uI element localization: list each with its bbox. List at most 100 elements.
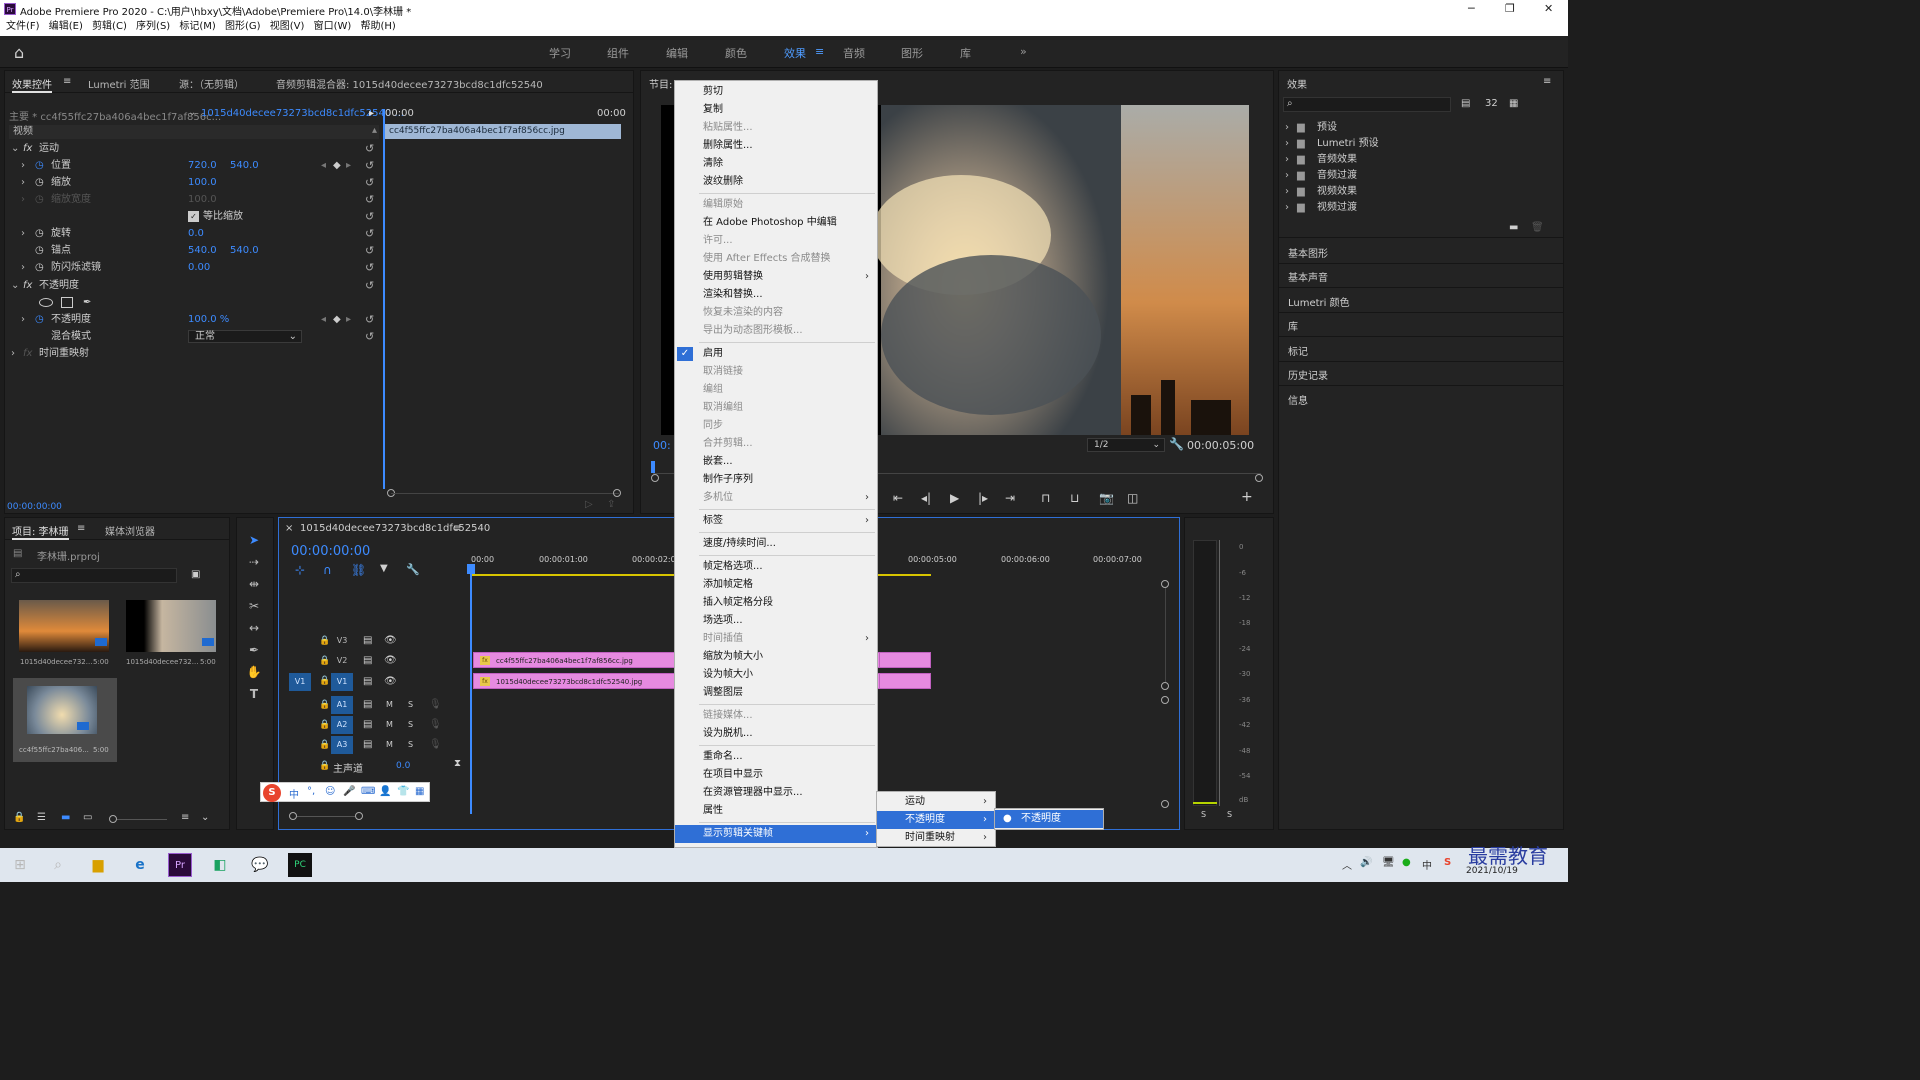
hand-tool-icon[interactable]: ✋ <box>246 665 262 681</box>
eye-icon[interactable]: 👁 <box>384 676 397 687</box>
file-explorer-icon[interactable]: ▆ <box>86 853 110 877</box>
mute-button[interactable]: M <box>386 700 393 709</box>
lock-icon[interactable]: 🔒 <box>319 676 330 686</box>
a-scroll-handle-top[interactable] <box>1161 696 1169 704</box>
context-menu-item[interactable]: 在 Adobe Photoshop 中编辑 <box>675 214 877 232</box>
work-area-bar-end[interactable] <box>879 574 931 576</box>
stopwatch-icon[interactable]: ◷ <box>35 174 44 191</box>
ellipse-mask-icon[interactable] <box>39 298 53 307</box>
export-icon[interactable]: ⇪ <box>607 499 615 510</box>
tray-chevron-icon[interactable]: ︿ <box>1342 857 1352 872</box>
tree-item-lumetri-presets[interactable]: › ▆ Lumetri 预设 <box>1283 135 1523 152</box>
context-menu-item[interactable]: 在资源管理器中显示... <box>675 784 877 802</box>
section-essential-sound[interactable]: 基本声音 <box>1288 269 1328 284</box>
opacity-group-row[interactable]: ⌄ fx 不透明度 ↺ <box>5 277 385 294</box>
v-scrollbar[interactable] <box>1165 588 1166 682</box>
context-menu-item[interactable]: 使用剪辑替换 › <box>675 268 877 286</box>
home-icon[interactable]: ⌂ <box>14 43 24 62</box>
next-keyframe-icon[interactable]: ▸ <box>346 311 351 328</box>
lock-icon[interactable]: 🔒 <box>13 812 25 823</box>
context-menu-item[interactable]: 设为脱机... <box>675 725 877 743</box>
section-libraries[interactable]: 库 <box>1288 318 1298 333</box>
track-select-tool-icon[interactable]: ⇢ <box>246 555 262 571</box>
scrub-handle-left[interactable] <box>651 474 659 482</box>
effects-search-input[interactable]: ⌕ <box>1283 97 1451 112</box>
context-menu-item[interactable]: 场选项... <box>675 612 877 630</box>
fx-icon[interactable]: fx <box>23 277 32 294</box>
tab-audio-clip-mixer[interactable]: 音频剪辑混合器: 1015d40decee73273bcd8c1dfc52540 <box>276 76 543 91</box>
stopwatch-icon[interactable]: ◷ <box>35 157 44 174</box>
context-menu-item[interactable]: 剪切 <box>675 83 877 101</box>
new-bin-icon[interactable]: ▣ <box>191 569 200 580</box>
ime-toolbox-icon[interactable]: ▦ <box>415 786 424 797</box>
nest-toggle-icon[interactable]: ⊹ <box>295 563 305 577</box>
sync-lock-icon[interactable]: ▤ <box>363 699 372 710</box>
slip-tool-icon[interactable]: ↔ <box>246 621 262 637</box>
tab-project[interactable]: 项目: 李林珊 <box>12 523 69 540</box>
type-tool-icon[interactable]: T <box>246 687 262 703</box>
menu-file[interactable]: 文件(F) <box>6 18 40 35</box>
sogou-logo-icon[interactable]: S <box>263 784 281 802</box>
context-menu-item[interactable]: 清除 <box>675 155 877 173</box>
workspace-menu-icon[interactable]: ≡ <box>815 45 824 58</box>
context-menu-item[interactable]: 显示剪辑关键帧 › <box>675 825 877 843</box>
context-menu-item[interactable]: 删除属性... <box>675 137 877 155</box>
panel-menu-icon[interactable]: ≡ <box>1543 76 1551 87</box>
next-keyframe-icon[interactable]: ▸ <box>346 157 351 174</box>
play-triangle-icon[interactable]: ▸ <box>369 108 374 119</box>
tray-app-icon[interactable]: ● <box>1402 857 1411 868</box>
sync-lock-icon[interactable]: ▤ <box>363 719 372 730</box>
context-menu-item[interactable]: 缩放为帧大小 <box>675 648 877 666</box>
edge-browser-icon[interactable]: e <box>128 853 152 877</box>
add-keyframe-icon[interactable]: ◆ <box>333 157 341 174</box>
prev-keyframe-icon[interactable]: ◂ <box>321 311 326 328</box>
camera-icon[interactable]: 📷 <box>1099 491 1114 505</box>
list-view-icon[interactable]: ☰ <box>37 812 46 823</box>
section-essential-graphics[interactable]: 基本图形 <box>1288 245 1328 260</box>
premiere-taskbar-icon[interactable]: Pr <box>168 853 192 877</box>
section-markers[interactable]: 标记 <box>1288 343 1308 358</box>
menu-clip[interactable]: 剪辑(C) <box>92 18 127 35</box>
razor-tool-icon[interactable]: ✂ <box>246 599 262 615</box>
context-menu-item[interactable]: 属性 <box>675 802 877 820</box>
track-v1[interactable]: V1 <box>331 673 353 691</box>
workspace-libraries[interactable]: 库 <box>960 45 971 61</box>
section-history[interactable]: 历史记录 <box>1288 367 1328 382</box>
ime-punctuation[interactable]: °, <box>307 786 315 797</box>
ripple-edit-tool-icon[interactable]: ⇹ <box>246 577 262 593</box>
anchor-y-value[interactable]: 540.0 <box>230 242 259 259</box>
context-menu-item[interactable]: 帧定格选项... <box>675 558 877 576</box>
tree-item-video-effects[interactable]: › ▆ 视频效果 <box>1283 183 1523 200</box>
reset-icon[interactable]: ↺ <box>365 328 374 345</box>
workspace-effects[interactable]: 效果 <box>784 45 806 61</box>
ime-emoji-icon[interactable]: ☺ <box>325 786 335 797</box>
a-scroll-handle-bottom[interactable] <box>1161 800 1169 808</box>
track-a3[interactable]: A3 <box>331 736 353 754</box>
clip-v2-tail[interactable] <box>879 652 931 668</box>
clip-v1-tail[interactable] <box>879 673 931 689</box>
delete-icon[interactable]: 🗑 <box>1531 222 1544 233</box>
stopwatch-icon[interactable]: ◷ <box>35 242 44 259</box>
scale-value[interactable]: 100.0 <box>188 174 217 191</box>
solo-button[interactable]: S <box>408 700 413 709</box>
zoom-dropdown[interactable]: 1/2 ⌄ <box>1087 438 1165 452</box>
scrub-handle-right[interactable] <box>1255 474 1263 482</box>
v-scroll-handle-bottom[interactable] <box>1161 682 1169 690</box>
expand-icon[interactable]: › <box>21 174 25 191</box>
compare-icon[interactable]: ◫ <box>1127 491 1138 505</box>
track-a1[interactable]: A1 <box>331 696 353 714</box>
menu-marker[interactable]: 标记(M) <box>179 18 215 35</box>
workspace-more-icon[interactable]: » <box>1020 45 1027 58</box>
sync-lock-icon[interactable]: ▤ <box>363 739 372 750</box>
solo-button[interactable]: S <box>408 720 413 729</box>
sogou-tray-icon[interactable]: S <box>1444 857 1451 868</box>
section-info[interactable]: 信息 <box>1288 392 1308 407</box>
context-menu-item[interactable]: 波纹删除 <box>675 173 877 191</box>
context-menu-item[interactable]: 复制 <box>675 101 877 119</box>
track-v3[interactable]: V3 <box>331 632 353 650</box>
pycharm-icon[interactable]: PC <box>288 853 312 877</box>
project-search-input[interactable]: ⌕ <box>11 568 177 583</box>
lock-icon[interactable]: 🔒 <box>319 761 330 771</box>
lock-icon[interactable]: 🔒 <box>319 700 330 710</box>
context-menu-item[interactable]: 制作子序列 <box>675 471 877 489</box>
